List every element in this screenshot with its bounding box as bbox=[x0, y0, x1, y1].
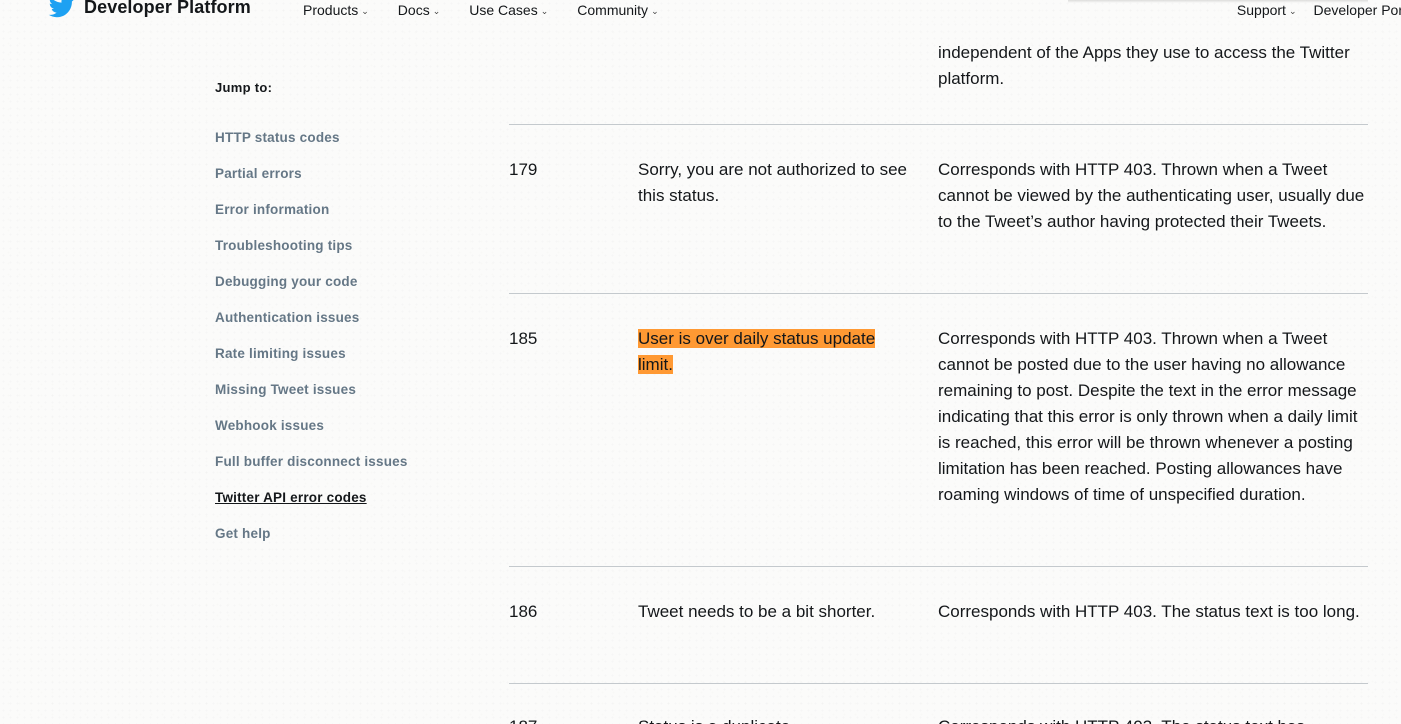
row-divider bbox=[509, 566, 1368, 567]
main-menu: Products ⌄ Docs ⌄ Use Cases ⌄ Community … bbox=[303, 2, 659, 18]
jump-to-label: Jump to: bbox=[215, 80, 273, 95]
menu-label: Community bbox=[577, 2, 649, 18]
chevron-down-icon: ⌄ bbox=[651, 5, 659, 16]
brand[interactable]: Developer Platform bbox=[48, 0, 251, 18]
twitter-bird-icon bbox=[48, 0, 74, 18]
menu-label: Use Cases bbox=[469, 2, 538, 18]
error-code: 186 bbox=[509, 602, 538, 621]
brand-name: Developer Platform bbox=[84, 0, 251, 17]
menu-use-cases[interactable]: Use Cases ⌄ bbox=[469, 2, 548, 18]
sidebar-item-debugging-your-code[interactable]: Debugging your code bbox=[215, 273, 455, 309]
sidebar-item-missing-tweet-issues[interactable]: Missing Tweet issues bbox=[215, 381, 455, 417]
chevron-down-icon: ⌄ bbox=[540, 5, 549, 16]
error-description: Corresponds with HTTP 403. Thrown when a… bbox=[938, 329, 1358, 504]
chevron-down-icon: ⌄ bbox=[1288, 5, 1297, 16]
sidebar-item-full-buffer-disconnect-issues[interactable]: Full buffer disconnect issues bbox=[215, 453, 455, 489]
sidebar-item-get-help[interactable]: Get help bbox=[215, 525, 455, 561]
menu-community[interactable]: Community ⌄ bbox=[577, 2, 658, 18]
menu-label: Developer Por bbox=[1313, 2, 1401, 18]
sidebar-item-partial-errors[interactable]: Partial errors bbox=[215, 165, 455, 201]
error-description: Corresponds with HTTP 403. The status te… bbox=[938, 602, 1360, 621]
error-message: Sorry, you are not authorized to see thi… bbox=[638, 160, 908, 205]
error-code: 179 bbox=[509, 160, 538, 179]
sidebar-item-webhook-issues[interactable]: Webhook issues bbox=[215, 417, 455, 453]
error-message: Status is a duplicate. bbox=[638, 714, 908, 724]
menu-docs[interactable]: Docs ⌄ bbox=[398, 2, 440, 18]
error-description: independent of the Apps they use to acce… bbox=[938, 43, 1350, 88]
menu-support[interactable]: Support ⌄ bbox=[1237, 2, 1297, 18]
menu-label: Support bbox=[1236, 2, 1286, 18]
error-description: Corresponds with HTTP 403. The status te… bbox=[938, 714, 1370, 724]
sidebar-item-error-information[interactable]: Error information bbox=[215, 201, 455, 237]
sidebar-item-twitter-api-error-codes[interactable]: Twitter API error codes bbox=[215, 489, 455, 525]
chevron-down-icon: ⌄ bbox=[361, 5, 369, 16]
menu-label: Docs bbox=[397, 2, 430, 18]
jump-to-list: HTTP status codes Partial errors Error i… bbox=[215, 129, 455, 561]
menu-developer-portal[interactable]: Developer Por bbox=[1314, 2, 1401, 18]
sidebar-item-authentication-issues[interactable]: Authentication issues bbox=[215, 309, 455, 345]
sidebar-item-http-status-codes[interactable]: HTTP status codes bbox=[215, 129, 455, 165]
row-divider bbox=[509, 293, 1368, 294]
row-divider bbox=[509, 124, 1368, 125]
error-description: Corresponds with HTTP 403. Thrown when a… bbox=[938, 160, 1365, 231]
top-navigation: Developer Platform Products ⌄ Docs ⌄ Use… bbox=[0, 0, 1401, 22]
error-message: Tweet needs to be a bit shorter. bbox=[638, 602, 876, 621]
sidebar-item-rate-limiting-issues[interactable]: Rate limiting issues bbox=[215, 345, 455, 381]
row-divider bbox=[509, 683, 1368, 684]
menu-products[interactable]: Products ⌄ bbox=[303, 2, 369, 18]
error-message: User is over daily status update limit. bbox=[638, 326, 908, 378]
search-highlight: User is over daily status update limit. bbox=[638, 329, 876, 374]
error-code: 185 bbox=[509, 329, 538, 348]
sidebar-item-troubleshooting-tips[interactable]: Troubleshooting tips bbox=[215, 237, 455, 273]
menu-label: Products bbox=[303, 2, 359, 18]
utility-menu: Support ⌄ Developer Por bbox=[1237, 2, 1401, 18]
jump-to-sidebar: Jump to: HTTP status codes Partial error… bbox=[215, 80, 455, 561]
chevron-down-icon: ⌄ bbox=[432, 5, 441, 16]
error-code: 187 bbox=[509, 714, 629, 724]
